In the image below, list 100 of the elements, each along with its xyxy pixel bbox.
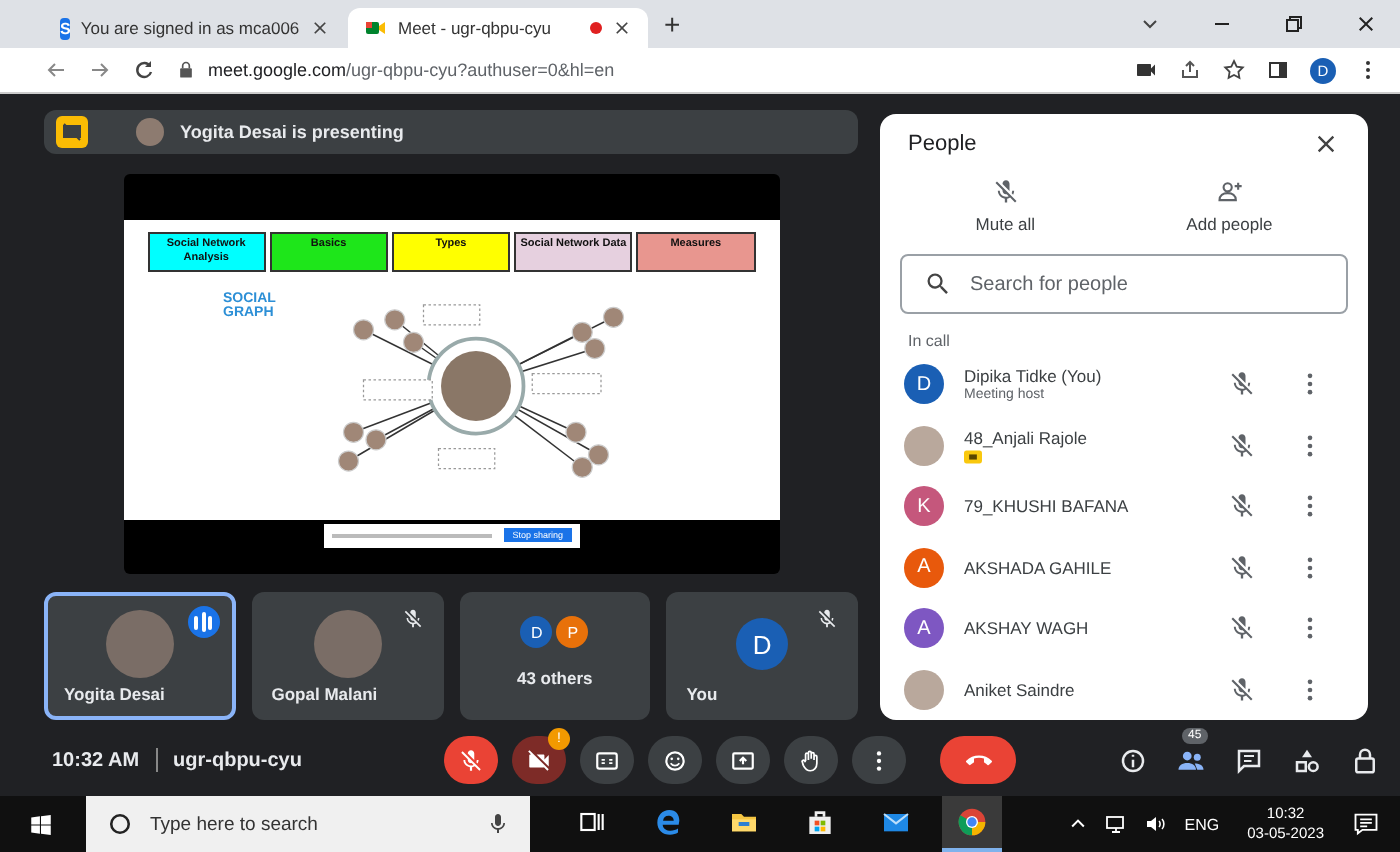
meeting-code: ugr-qbpu-cyu <box>173 749 302 771</box>
chat-button[interactable] <box>1234 745 1265 775</box>
restore-icon[interactable] <box>1282 12 1306 36</box>
muted-microphone-icon[interactable] <box>1228 553 1256 582</box>
close-tab-icon[interactable] <box>612 18 632 38</box>
speaker-icon[interactable] <box>1144 812 1169 836</box>
graph-node <box>601 305 624 327</box>
browser-tab[interactable]: Meet - ugr-qbpu-cyu <box>348 8 648 48</box>
participant-tile[interactable]: Gopal Malani <box>251 592 443 720</box>
raise-hand-button[interactable] <box>784 736 838 784</box>
info-icon <box>1118 745 1149 775</box>
side-panel-icon[interactable] <box>1266 58 1290 82</box>
emoji-button[interactable] <box>648 736 702 784</box>
search-icon <box>924 270 952 298</box>
captions-icon <box>594 747 620 773</box>
browser-tab[interactable]: S You are signed in as mca006 <box>44 8 344 48</box>
graph-node <box>336 449 359 471</box>
participant-tile[interactable]: Yogita Desai <box>44 592 236 720</box>
presentation-toggle-button[interactable] <box>56 116 88 148</box>
info-button[interactable] <box>1118 745 1149 775</box>
search-circle-icon <box>106 810 134 838</box>
graph-node <box>341 420 364 442</box>
muted-microphone-icon[interactable] <box>1228 675 1256 704</box>
share-icon[interactable] <box>1178 58 1202 82</box>
participant-avatar: P <box>556 616 589 648</box>
participant-avatar: A <box>904 547 944 588</box>
host-controls-button[interactable] <box>1350 745 1381 775</box>
presenter-avatar <box>136 118 164 146</box>
graph-label-box <box>530 371 601 394</box>
chat-icon <box>1234 745 1265 775</box>
graph-node <box>570 320 592 342</box>
language-indicator[interactable]: ENG <box>1184 815 1220 833</box>
add-people-button[interactable]: Add people <box>1186 178 1273 234</box>
participant-tile[interactable]: D P 43 others <box>459 592 651 720</box>
video-camera-icon <box>364 16 388 40</box>
presenting-label: Yogita Desai is presenting <box>180 122 404 142</box>
participant-avatar: K <box>904 486 944 527</box>
microphone-button[interactable] <box>444 736 498 784</box>
close-window-icon[interactable] <box>1354 12 1378 36</box>
more-options-button[interactable] <box>852 736 906 784</box>
forward-arrow-icon[interactable] <box>88 58 112 82</box>
activities-button[interactable] <box>1292 745 1323 775</box>
lock-icon <box>1350 745 1381 775</box>
emoji-icon <box>662 747 688 773</box>
back-arrow-icon[interactable] <box>44 58 68 82</box>
muted-microphone-icon[interactable] <box>1228 492 1256 521</box>
graph-node <box>351 318 374 340</box>
windows-start-icon[interactable] <box>28 811 54 837</box>
graph-node <box>583 336 605 359</box>
graph-label-box <box>436 446 495 469</box>
photo-placeholder <box>105 610 174 678</box>
notification-icon[interactable] <box>1352 810 1380 838</box>
participant-name: Gopal Malani <box>269 684 380 708</box>
network-icon[interactable] <box>1104 812 1129 836</box>
site-favicon: S <box>60 17 71 39</box>
photo-placeholder <box>904 669 944 710</box>
close-tab-icon[interactable] <box>309 18 330 38</box>
participant-avatar: A <box>904 608 944 649</box>
captions-button[interactable] <box>580 736 634 784</box>
close-icon[interactable] <box>1312 130 1340 158</box>
panel-title: People <box>908 132 977 156</box>
section-heading: In call <box>906 330 952 354</box>
present-button[interactable] <box>716 736 770 784</box>
center-node <box>425 335 525 435</box>
shapes-icon <box>1292 745 1323 775</box>
reload-icon[interactable] <box>132 58 156 82</box>
participant-name: Aniket Saindre <box>964 679 1077 700</box>
participant-name: 79_KHUSHI BAFANA <box>964 496 1131 517</box>
graph-node <box>383 308 405 330</box>
edge-logo-icon <box>652 806 684 838</box>
search-field[interactable]: Search for people <box>900 254 1348 314</box>
muted-microphone-icon[interactable] <box>1228 431 1256 460</box>
muted-microphone-icon[interactable] <box>1228 370 1256 399</box>
graph-node <box>401 330 424 352</box>
address-field[interactable]: meet.google.com/ugr-qbpu-cyu?authuser=0&hl=en <box>176 52 1114 88</box>
chrome-browser-button[interactable] <box>942 796 1002 852</box>
graph-label-box <box>361 378 432 400</box>
photo-placeholder <box>904 425 944 466</box>
muted-microphone-icon <box>458 747 484 773</box>
star-icon[interactable] <box>1222 58 1246 82</box>
leave-call-button[interactable] <box>940 736 1016 784</box>
microphone-icon <box>486 812 510 836</box>
present-screen-icon <box>730 747 756 773</box>
tab-title: You are signed in as mca006 <box>80 18 300 38</box>
new-tab-button[interactable]: + <box>652 8 693 40</box>
graph-node <box>586 443 609 465</box>
participant-name: 43 others <box>514 668 595 688</box>
graph-node <box>364 428 386 450</box>
meeting-time: 10:32 AM <box>52 749 140 771</box>
participant-tile[interactable]: D You <box>666 592 858 720</box>
participant-name: Dipika Tidke (You) <box>964 366 1104 387</box>
participant-name: AKSHAY WAGH <box>964 618 1091 639</box>
presentation-icon <box>60 120 84 144</box>
participant-name: 48_Anjali Rajole <box>964 427 1089 448</box>
mute-all-button[interactable]: Mute all <box>975 178 1036 234</box>
camera-icon[interactable] <box>1134 58 1158 82</box>
taskbar-search-field[interactable]: Type here to search <box>86 796 530 852</box>
lock-icon <box>176 60 196 80</box>
muted-microphone-icon[interactable] <box>1228 614 1256 643</box>
participant-avatar: D <box>736 618 789 670</box>
